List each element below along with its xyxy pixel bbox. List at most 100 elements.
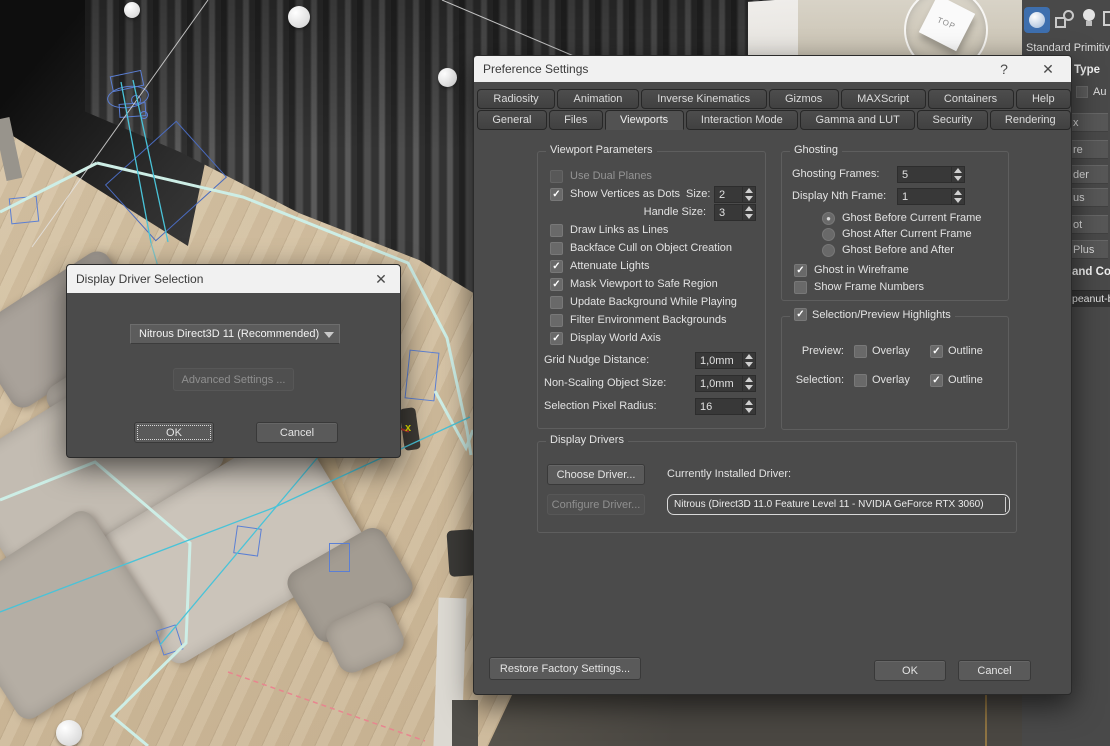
primitive-button[interactable]: ot [1070, 215, 1108, 234]
grid-nudge-label: Grid Nudge Distance: [544, 354, 649, 366]
spinner-up-icon[interactable] [745, 377, 753, 382]
restore-factory-button[interactable]: Restore Factory Settings... [489, 657, 641, 680]
ghosting-frames-spinner[interactable]: 5 [897, 166, 965, 183]
tab-maxscript[interactable]: MAXScript [841, 89, 926, 109]
tab-gamma-lut[interactable]: Gamma and LUT [800, 110, 915, 130]
backface-cull-checkbox[interactable] [550, 242, 563, 255]
update-background-checkbox[interactable] [550, 296, 563, 309]
spinner-down-icon[interactable] [745, 408, 753, 413]
help-button[interactable]: ? [993, 59, 1015, 79]
close-button[interactable]: ✕ [1037, 59, 1059, 79]
spinner-up-icon[interactable] [745, 400, 753, 405]
selection-outline [435, 391, 473, 448]
autogrid-label: Au [1093, 86, 1106, 98]
cancel-button[interactable]: Cancel [958, 660, 1031, 681]
spinner-down-icon[interactable] [954, 176, 962, 181]
primitive-button[interactable]: us [1070, 188, 1108, 207]
outline-label: Outline [948, 345, 983, 357]
spinner-down-icon[interactable] [745, 385, 753, 390]
ghost-in-wireframe-checkbox[interactable]: ✓ [794, 264, 807, 277]
tab-gizmos[interactable]: Gizmos [769, 89, 839, 109]
primitive-button[interactable]: x [1070, 113, 1108, 132]
tab-rendering[interactable]: Rendering [990, 110, 1071, 130]
spinner-up-icon[interactable] [745, 188, 753, 193]
checkbox-label: Display World Axis [570, 332, 661, 344]
spinner-down-icon[interactable] [745, 196, 753, 201]
preview-overlay-checkbox[interactable] [854, 345, 867, 358]
selection-marker: x [405, 422, 411, 434]
mask-viewport-checkbox[interactable]: ✓ [550, 278, 563, 291]
selection-preview-label: Selection/Preview Highlights [812, 309, 951, 321]
non-scaling-size-spinner[interactable]: 1,0mm [695, 375, 756, 392]
ok-button[interactable]: OK [874, 660, 946, 681]
display-nth-frame-label: Display Nth Frame: [792, 190, 886, 202]
use-dual-planes-checkbox[interactable] [550, 170, 563, 183]
show-frame-numbers-checkbox[interactable] [794, 281, 807, 294]
checkbox-label: Use Dual Planes [570, 170, 652, 182]
tab-radiosity[interactable]: Radiosity [477, 89, 555, 109]
primitive-category-dropdown[interactable]: Standard Primitives [1026, 42, 1110, 54]
advanced-settings-button[interactable]: Advanced Settings ... [173, 368, 294, 391]
grid-nudge-spinner[interactable]: 1,0mm [695, 352, 756, 369]
selection-pixel-radius-spinner[interactable]: 16 [695, 398, 756, 415]
tv-console [488, 693, 1110, 746]
tab-containers[interactable]: Containers [928, 89, 1014, 109]
autogrid-checkbox[interactable] [1076, 86, 1088, 98]
primitive-button[interactable]: Plus [1070, 240, 1108, 259]
spinner-down-icon[interactable] [745, 214, 753, 219]
geometry-category-icon[interactable] [1024, 7, 1050, 33]
dashed-guide-line [228, 672, 425, 741]
tab-row-2: General Files Viewports Interaction Mode… [477, 110, 1071, 130]
spinner-up-icon[interactable] [745, 206, 753, 211]
spinner-up-icon[interactable] [954, 168, 962, 173]
spinner-up-icon[interactable] [954, 190, 962, 195]
selection-outline-checkbox[interactable]: ✓ [930, 374, 943, 387]
close-button[interactable]: ✕ [370, 269, 392, 289]
ghost-before-radio[interactable]: ● [822, 212, 835, 225]
selection-overlay-checkbox[interactable] [854, 374, 867, 387]
radio-label: Ghost Before Current Frame [842, 212, 981, 224]
primitive-button[interactable]: der [1070, 165, 1108, 184]
radio-label: Ghost After Current Frame [842, 228, 972, 240]
ceiling-light [438, 68, 457, 87]
handle-size-spinner[interactable]: 3 [714, 204, 756, 221]
spinner-down-icon[interactable] [954, 198, 962, 203]
driver-dropdown[interactable]: Nitrous Direct3D 11 (Recommended) [130, 324, 340, 344]
tab-viewports[interactable]: Viewports [605, 110, 684, 130]
cameras-category-icon[interactable] [1103, 11, 1110, 26]
tab-animation[interactable]: Animation [557, 89, 639, 109]
configure-driver-button[interactable]: Configure Driver... [547, 494, 645, 515]
preview-outline-checkbox[interactable]: ✓ [930, 345, 943, 358]
ok-button[interactable]: OK [134, 422, 214, 443]
tab-interaction-mode[interactable]: Interaction Mode [686, 110, 799, 130]
preview-label: Preview: [782, 345, 844, 357]
tab-files[interactable]: Files [549, 110, 603, 130]
attenuate-lights-checkbox[interactable]: ✓ [550, 260, 563, 273]
draw-links-checkbox[interactable] [550, 224, 563, 237]
choose-driver-button[interactable]: Choose Driver... [547, 464, 645, 485]
spinner-up-icon[interactable] [745, 354, 753, 359]
ghost-after-radio[interactable] [822, 228, 835, 241]
spinner-down-icon[interactable] [745, 362, 753, 367]
tab-help[interactable]: Help [1016, 89, 1071, 109]
shapes-category-icon[interactable] [1055, 10, 1075, 30]
lights-category-icon[interactable] [1082, 9, 1096, 29]
show-vertices-checkbox[interactable]: ✓ [550, 188, 563, 201]
cancel-button[interactable]: Cancel [256, 422, 338, 443]
wireframe-box [9, 196, 40, 225]
filter-environment-checkbox[interactable] [550, 314, 563, 327]
tab-inverse-kinematics[interactable]: Inverse Kinematics [641, 89, 767, 109]
display-world-axis-checkbox[interactable]: ✓ [550, 332, 563, 345]
tab-general[interactable]: General [477, 110, 547, 130]
checkbox-label: Ghost in Wireframe [814, 264, 909, 276]
tab-security[interactable]: Security [917, 110, 987, 130]
object-name-field[interactable]: peanut-b [1070, 290, 1110, 307]
display-nth-frame-spinner[interactable]: 1 [897, 188, 965, 205]
handle-size-label: Handle Size: [618, 206, 706, 218]
primitive-button[interactable]: re [1070, 140, 1108, 159]
wireframe-knob [140, 111, 148, 119]
dialog-title: Preference Settings [483, 62, 588, 76]
selection-preview-checkbox[interactable]: ✓ [794, 308, 807, 321]
size-spinner[interactable]: 2 [714, 186, 756, 203]
ghost-before-after-radio[interactable] [822, 244, 835, 257]
